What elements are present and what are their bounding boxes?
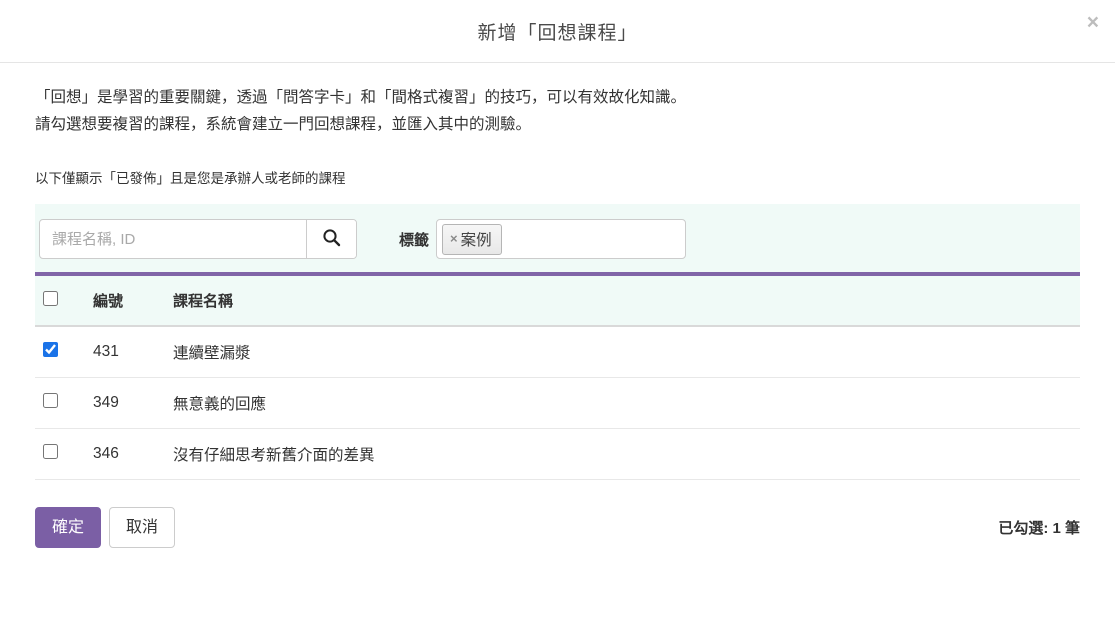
course-table: 編號 課程名稱 431 連續壁漏漿: [35, 276, 1080, 480]
column-header-id: 編號: [85, 276, 165, 326]
tag-filter-label: 標籤: [399, 229, 429, 250]
modal-title: 新增「回想課程」: [477, 18, 637, 45]
course-picker: 標籤 × 案例 編號 課程名稱: [35, 204, 1080, 480]
tag-chip: × 案例: [442, 224, 502, 255]
intro-line-2: 請勾選想要複習的課程，系統會建立一門回想課程，並匯入其中的測驗。: [35, 111, 1080, 138]
modal-body: 「回想」是學習的重要關鍵，透過「問答字卡」和「間格式複習」的技巧，可以有效故化知…: [0, 63, 1115, 548]
selected-count: 已勾選: 1 筆: [998, 517, 1080, 538]
modal-header: 新增「回想課程」 ×: [0, 0, 1115, 63]
intro-text: 「回想」是學習的重要關鍵，透過「問答字卡」和「間格式複習」的技巧，可以有效故化知…: [35, 84, 1080, 138]
column-header-name: 課程名稱: [165, 276, 1080, 326]
course-id: 431: [85, 326, 165, 378]
cancel-button[interactable]: 取消: [109, 507, 175, 548]
search-icon: [322, 228, 341, 250]
course-id: 346: [85, 429, 165, 480]
row-checkbox[interactable]: [43, 444, 58, 459]
row-checkbox[interactable]: [43, 393, 58, 408]
table-row: 346 沒有仔細思考新舊介面的差異: [35, 429, 1080, 480]
course-name: 連續壁漏漿: [165, 326, 1080, 378]
tag-remove-icon[interactable]: ×: [450, 231, 458, 246]
confirm-button[interactable]: 確定: [35, 507, 101, 548]
tag-filter-input[interactable]: × 案例: [436, 219, 686, 259]
course-search-input[interactable]: [40, 220, 306, 258]
intro-line-1: 「回想」是學習的重要關鍵，透過「問答字卡」和「間格式複習」的技巧，可以有效故化知…: [35, 84, 1080, 111]
tag-chip-label: 案例: [461, 228, 492, 250]
table-row: 349 無意義的回應: [35, 378, 1080, 429]
table-header-row: 編號 課程名稱: [35, 276, 1080, 326]
course-id: 349: [85, 378, 165, 429]
add-recall-course-modal: 新增「回想課程」 × 「回想」是學習的重要關鍵，透過「問答字卡」和「間格式複習」…: [0, 0, 1115, 620]
course-search-group: [39, 219, 357, 259]
search-button[interactable]: [306, 220, 356, 258]
select-all-checkbox[interactable]: [43, 291, 58, 306]
course-name: 沒有仔細思考新舊介面的差異: [165, 429, 1080, 480]
modal-footer: 確定 取消 已勾選: 1 筆: [35, 507, 1080, 548]
row-checkbox[interactable]: [43, 342, 58, 357]
table-row: 431 連續壁漏漿: [35, 326, 1080, 378]
filter-note: 以下僅顯示「已發佈」且是您是承辦人或老師的課程: [35, 167, 1080, 187]
filter-row: 標籤 × 案例: [35, 204, 1080, 272]
course-name: 無意義的回應: [165, 378, 1080, 429]
close-icon[interactable]: ×: [1087, 12, 1099, 33]
